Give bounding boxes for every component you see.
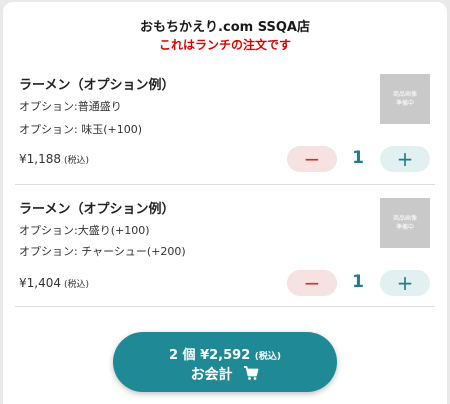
minus-icon: − — [303, 147, 321, 171]
placeholder-text: 商品画像 — [392, 215, 417, 222]
plus-icon: + — [396, 147, 414, 171]
quantity-value: 1 — [352, 148, 364, 168]
checkout-button[interactable]: 2 個 ¥2,592 (税込) お会計 — [113, 332, 337, 392]
tax-label: (税込) — [64, 156, 90, 166]
placeholder-text: 準備中 — [395, 100, 414, 107]
cart-panel: おもちかえり.com SSQA店 これはランチの注文です ラーメン（オプション例… — [3, 2, 447, 404]
divider — [15, 306, 435, 307]
checkout-label: お会計 — [190, 367, 233, 383]
item-price: ¥1,188 (税込) — [19, 152, 89, 166]
price-value: ¥1,188 — [19, 152, 61, 166]
item-option: オプション: チャーシュー(+200) — [19, 245, 186, 258]
product-image-placeholder: 商品画像 準備中 — [380, 198, 430, 248]
item-option: オプション: 味玉(+100) — [19, 123, 142, 136]
item-option: オプション:大盛り(+100) — [19, 224, 150, 237]
tax-label: (税込) — [64, 280, 90, 290]
minus-icon: − — [303, 271, 321, 295]
checkout-label-row: お会計 — [113, 364, 337, 385]
decrease-quantity-button[interactable]: − — [287, 146, 337, 172]
order-summary: 2 個 ¥2,592 (税込) — [113, 344, 337, 363]
store-title: おもちかえり.com SSQA店 — [140, 20, 310, 35]
item-name: ラーメン（オプション例） — [19, 78, 175, 93]
decrease-quantity-button[interactable]: − — [287, 270, 337, 296]
placeholder-text: 商品画像 — [392, 91, 417, 98]
order-type-note: これはランチの注文です — [158, 38, 291, 52]
quantity-value: 1 — [352, 272, 364, 292]
item-name: ラーメン（オプション例） — [19, 202, 175, 217]
item-option: オプション:普通盛り — [19, 100, 122, 113]
increase-quantity-button[interactable]: + — [380, 146, 430, 172]
plus-icon: + — [396, 271, 414, 295]
item-price: ¥1,404 (税込) — [19, 276, 89, 290]
divider — [15, 184, 435, 185]
price-value: ¥1,404 — [19, 276, 61, 290]
order-total: 2 個 ¥2,592 — [168, 348, 251, 363]
placeholder-text: 準備中 — [395, 224, 414, 231]
increase-quantity-button[interactable]: + — [380, 270, 430, 296]
product-image-placeholder: 商品画像 準備中 — [380, 74, 430, 124]
tax-label: (税込) — [254, 352, 282, 362]
cart-icon — [243, 366, 259, 385]
